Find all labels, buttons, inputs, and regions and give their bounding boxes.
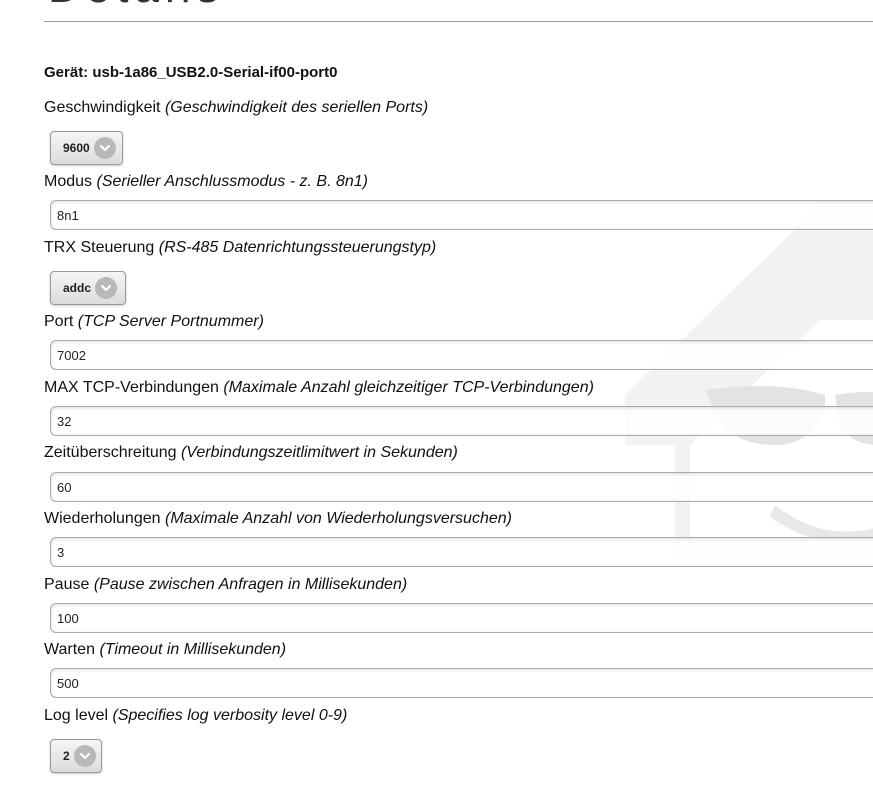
max-tcp-input[interactable] bbox=[50, 406, 873, 436]
house-logo-icon bbox=[625, 205, 873, 555]
speed-hint: (Geschwindigkeit des seriellen Ports) bbox=[164, 99, 429, 116]
timeout-hint: (Verbindungszeitlimitwert in Sekunden) bbox=[180, 444, 458, 461]
pause-label-text: Pause bbox=[44, 576, 90, 593]
chevron-down-icon bbox=[93, 137, 116, 159]
wait-hint: (Timeout in Millisekunden) bbox=[99, 641, 287, 658]
wait-label: Warten (Timeout in Millisekunden) bbox=[44, 641, 286, 659]
device-title: Gerät: usb-1a86_USB2.0-Serial-if00-port0 bbox=[44, 64, 338, 81]
speed-label-text: Geschwindigkeit bbox=[44, 99, 161, 116]
retries-label-text: Wiederholungen bbox=[44, 510, 161, 527]
wait-input[interactable] bbox=[50, 668, 873, 698]
max-tcp-label-text: MAX TCP-Verbindungen bbox=[44, 379, 219, 396]
port-label-text: Port bbox=[44, 313, 74, 330]
log-level-label: Log level (Specifies log verbosity level… bbox=[44, 707, 347, 725]
chevron-down-icon bbox=[95, 277, 118, 299]
max-tcp-label: MAX TCP-Verbindungen (Maximale Anzahl gl… bbox=[44, 379, 594, 397]
timeout-label-text: Zeitüberschreitung bbox=[44, 444, 177, 461]
trx-select[interactable]: addc bbox=[50, 271, 126, 305]
port-hint: (TCP Server Portnummer) bbox=[77, 313, 264, 330]
wait-label-text: Warten bbox=[44, 641, 95, 658]
port-label: Port (TCP Server Portnummer) bbox=[44, 313, 264, 331]
retries-label: Wiederholungen (Maximale Anzahl von Wied… bbox=[44, 510, 512, 528]
retries-input[interactable] bbox=[50, 537, 873, 567]
log-level-select[interactable]: 2 bbox=[50, 739, 102, 773]
speed-select-value: 9600 bbox=[63, 141, 90, 155]
heading-divider bbox=[44, 21, 873, 22]
mode-hint: (Serieller Anschlussmodus - z. B. 8n1) bbox=[96, 173, 368, 190]
pause-input[interactable] bbox=[50, 603, 873, 633]
log-level-select-value: 2 bbox=[63, 749, 70, 763]
log-level-label-text: Log level bbox=[44, 707, 109, 724]
port-input[interactable] bbox=[50, 340, 873, 370]
timeout-label: Zeitüberschreitung (Verbindungszeitlimit… bbox=[44, 444, 458, 462]
timeout-input[interactable] bbox=[50, 472, 873, 502]
pause-label: Pause (Pause zwischen Anfragen in Millis… bbox=[44, 576, 407, 594]
details-page: Details Gerät: usb-1a86_USB2.0-Serial-if… bbox=[0, 0, 873, 785]
speed-label: Geschwindigkeit (Geschwindigkeit des ser… bbox=[44, 99, 428, 117]
mode-input[interactable] bbox=[50, 200, 873, 230]
retries-hint: (Maximale Anzahl von Wiederholungsversuc… bbox=[164, 510, 512, 527]
log-level-hint: (Specifies log verbosity level 0-9) bbox=[112, 707, 348, 724]
mode-label: Modus (Serieller Anschlussmodus - z. B. … bbox=[44, 173, 368, 191]
page-heading: Details bbox=[48, 0, 225, 10]
trx-hint: (RS-485 Datenrichtungssteuerungstyp) bbox=[158, 239, 437, 256]
speed-select[interactable]: 9600 bbox=[50, 131, 123, 165]
max-tcp-hint: (Maximale Anzahl gleichzeitiger TCP-Verb… bbox=[223, 379, 594, 396]
trx-label-text: TRX Steuerung bbox=[44, 239, 155, 256]
pause-hint: (Pause zwischen Anfragen in Millisekunde… bbox=[93, 576, 408, 593]
chevron-down-icon bbox=[73, 745, 96, 767]
trx-select-value: addc bbox=[63, 281, 92, 295]
trx-label: TRX Steuerung (RS-485 Datenrichtungssteu… bbox=[44, 239, 436, 257]
mode-label-text: Modus bbox=[44, 173, 93, 190]
